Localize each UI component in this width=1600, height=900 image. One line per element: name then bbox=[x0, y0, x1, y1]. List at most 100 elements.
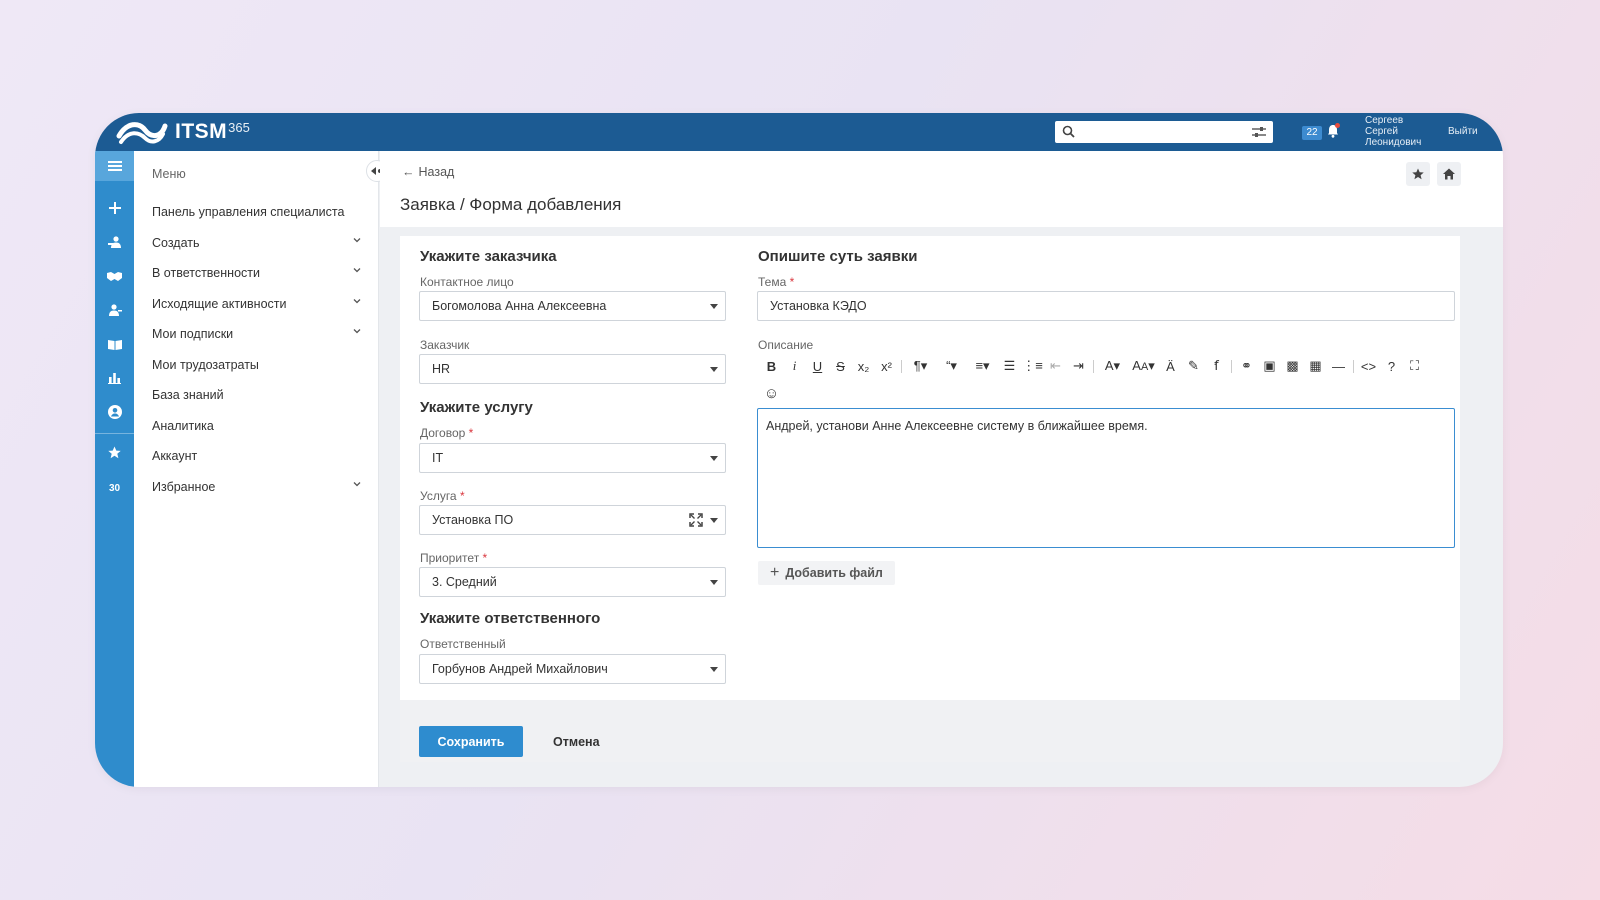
menu-item-label: Исходящие активности bbox=[152, 296, 287, 311]
menu-item[interactable]: Аккаунт bbox=[134, 441, 378, 472]
code-view-button[interactable]: <> bbox=[1357, 356, 1380, 376]
menu-item[interactable]: Избранное bbox=[134, 472, 378, 503]
rail-favorites-button[interactable] bbox=[95, 437, 134, 467]
underline-button[interactable]: U bbox=[806, 356, 829, 376]
rail-knowledge-base-button[interactable] bbox=[95, 329, 134, 359]
menu-item[interactable]: Создать bbox=[134, 228, 378, 259]
clear-format-button[interactable]: ẝ bbox=[1205, 356, 1228, 376]
strikethrough-button[interactable]: S bbox=[829, 356, 852, 376]
star-icon bbox=[108, 446, 121, 458]
highlighter-icon: ✎ bbox=[1188, 358, 1199, 373]
chevron-down-icon bbox=[710, 456, 718, 461]
contact-select[interactable]: Богомолова Анна Алексеевна bbox=[419, 291, 726, 321]
outdent-button[interactable]: ⇤ bbox=[1044, 356, 1067, 376]
description-editor[interactable]: Андрей, установи Анне Алексеевне систему… bbox=[757, 408, 1455, 548]
menu-item[interactable]: Панель управления специалиста bbox=[134, 197, 378, 228]
italic-button[interactable]: i bbox=[783, 356, 806, 376]
bold-icon: B bbox=[766, 358, 777, 374]
rail-responsibility-button[interactable] bbox=[95, 227, 134, 257]
text-color-icon: Ä bbox=[1166, 358, 1175, 374]
image-button[interactable]: ▣ bbox=[1258, 356, 1281, 376]
user-name[interactable]: Сергеев Сергей Леонидович bbox=[1365, 115, 1435, 148]
fullscreen-button[interactable]: ⛶ bbox=[1403, 356, 1426, 376]
paragraph-icon: ¶▾ bbox=[913, 358, 928, 373]
ordered-list-button[interactable]: ☰ bbox=[998, 356, 1021, 376]
menu-item[interactable]: Мои трудозатраты bbox=[134, 350, 378, 381]
home-button[interactable] bbox=[1437, 162, 1461, 186]
paragraph-format-button[interactable]: ¶▾ bbox=[905, 356, 936, 376]
highlight-button[interactable]: ✎ bbox=[1182, 356, 1205, 376]
clear-format-icon: ẝ bbox=[1214, 358, 1219, 373]
menu-item[interactable]: Аналитика bbox=[134, 411, 378, 442]
search-input[interactable] bbox=[1081, 123, 1241, 141]
notifications-count-badge[interactable]: 22 bbox=[1302, 126, 1322, 140]
menu-item-label: Аналитика bbox=[152, 418, 214, 433]
logout-link[interactable]: Выйти bbox=[1448, 126, 1478, 137]
rail-outgoing-button[interactable] bbox=[95, 261, 134, 291]
contract-select[interactable]: IT bbox=[419, 443, 726, 473]
rail-analytics-button[interactable] bbox=[95, 363, 134, 393]
expand-icon[interactable] bbox=[689, 513, 703, 527]
video-button[interactable]: ▩ bbox=[1281, 356, 1304, 376]
request-section-title: Опишите суть заявки bbox=[758, 248, 918, 265]
book-icon bbox=[107, 339, 122, 350]
indent-button[interactable]: ⇥ bbox=[1067, 356, 1090, 376]
indent-icon: ⇥ bbox=[1073, 358, 1084, 373]
subject-input[interactable]: Установка КЭДО bbox=[757, 291, 1455, 321]
font-color-button[interactable]: A▾ bbox=[1097, 356, 1128, 376]
menu-item[interactable]: Мои подписки bbox=[134, 319, 378, 350]
table-button[interactable]: ▦ bbox=[1304, 356, 1327, 376]
bullet-list-button[interactable]: ⋮≡ bbox=[1021, 356, 1044, 376]
customer-label: Заказчик bbox=[420, 338, 470, 352]
priority-select[interactable]: 3. Средний bbox=[419, 567, 726, 597]
emoji-icon: ☺ bbox=[763, 384, 780, 402]
bold-button[interactable]: B bbox=[760, 356, 783, 376]
horizontal-line-button[interactable]: — bbox=[1327, 356, 1350, 376]
chevron-down-icon bbox=[353, 237, 361, 242]
emoji-button[interactable]: ☺ bbox=[760, 383, 783, 403]
horizontal-line-icon: — bbox=[1332, 358, 1345, 374]
menu-item[interactable]: В ответственности bbox=[134, 258, 378, 289]
chevron-down-icon bbox=[353, 329, 361, 334]
fullscreen-icon: ⛶ bbox=[1409, 358, 1420, 373]
logo[interactable]: ITSM 365 bbox=[115, 116, 250, 148]
rail-create-button[interactable] bbox=[95, 193, 134, 223]
quote-button[interactable]: “▾ bbox=[936, 356, 967, 376]
contract-value: IT bbox=[432, 451, 444, 465]
text-color-button[interactable]: Ä bbox=[1159, 356, 1182, 376]
back-link[interactable]: ← Назад bbox=[402, 165, 454, 179]
link-button[interactable]: ⚭ bbox=[1235, 356, 1258, 376]
add-file-button[interactable]: + Добавить файл bbox=[758, 561, 895, 585]
superscript-button[interactable]: x² bbox=[875, 356, 898, 376]
menu-item[interactable]: База знаний bbox=[134, 380, 378, 411]
bar-chart-icon bbox=[108, 373, 121, 384]
description-text: Андрей, установи Анне Алексеевне систему… bbox=[766, 419, 1148, 433]
customer-select[interactable]: HR bbox=[419, 354, 726, 384]
menu-item[interactable]: Исходящие активности bbox=[134, 289, 378, 320]
required-mark: * bbox=[789, 275, 795, 289]
rail-subscriptions-button[interactable] bbox=[95, 295, 134, 325]
align-button[interactable]: ≡▾ bbox=[967, 356, 998, 376]
menu-toggle-button[interactable] bbox=[95, 151, 134, 181]
save-button[interactable]: Сохранить bbox=[419, 726, 523, 757]
rail-divider bbox=[95, 433, 134, 434]
help-button[interactable]: ? bbox=[1380, 356, 1403, 376]
notification-dot bbox=[1335, 123, 1340, 128]
font-size-icon: AA▾ bbox=[1132, 358, 1155, 373]
filter-settings-icon[interactable] bbox=[1251, 126, 1267, 138]
favorite-button[interactable] bbox=[1406, 162, 1430, 186]
subscript-button[interactable]: x₂ bbox=[852, 356, 875, 376]
responsible-select[interactable]: Горбунов Андрей Михайлович bbox=[419, 654, 726, 684]
star-icon bbox=[1412, 168, 1424, 180]
font-size-button[interactable]: AA▾ bbox=[1128, 356, 1159, 376]
chevron-down-icon bbox=[353, 481, 361, 486]
responsible-section-title: Укажите ответственного bbox=[420, 610, 601, 627]
video-icon: ▩ bbox=[1286, 358, 1299, 373]
subscript-icon: x₂ bbox=[857, 358, 870, 374]
menu-item-label: Мои трудозатраты bbox=[152, 357, 259, 372]
cancel-button[interactable]: Отмена bbox=[553, 726, 600, 757]
subject-label: Тема * bbox=[758, 275, 794, 289]
link-icon: ⚭ bbox=[1241, 358, 1252, 373]
service-select[interactable]: Установка ПО bbox=[419, 505, 726, 535]
rail-account-button[interactable] bbox=[95, 397, 134, 427]
